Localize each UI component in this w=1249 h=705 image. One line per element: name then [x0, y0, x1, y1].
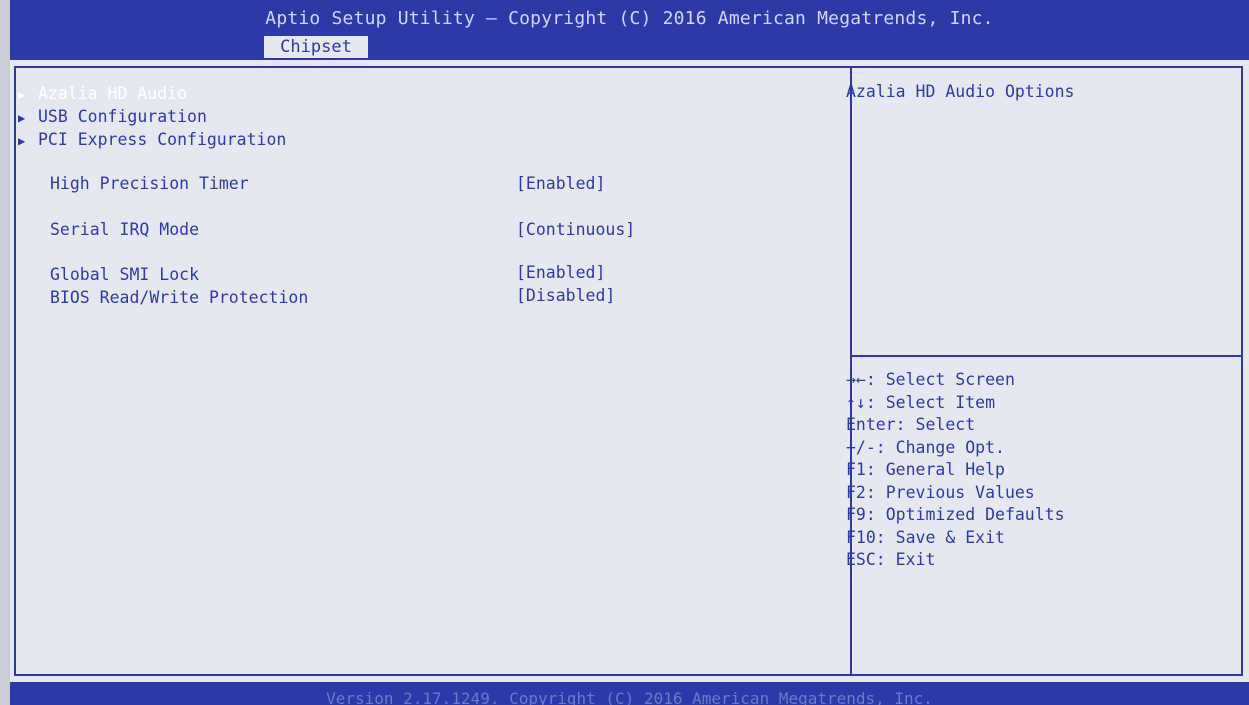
key-legend: →←: Select Screen ↑↓: Select Item Enter:…: [846, 369, 1065, 572]
main-panel: ▶ Azalia HD Audio ▶ USB Configuration ▶ PCI…: [10, 60, 1249, 682]
submenu-arrow-icon: ▶: [18, 88, 26, 102]
key-select-screen: →←: Select Screen: [846, 370, 1015, 389]
setting-label-bios-rw-protection[interactable]: BIOS Read/Write Protection: [50, 288, 308, 307]
submenu-usb-configuration[interactable]: ▶ USB Configuration: [18, 107, 207, 126]
submenu-azalia-hd-audio[interactable]: ▶ Azalia HD Audio: [18, 84, 187, 103]
footer-bar: Version 2.17.1249. Copyright (C) 2016 Am…: [10, 682, 1249, 705]
help-description: Azalia HD Audio Options: [846, 82, 1075, 101]
setting-value-bios-rw-protection[interactable]: [Disabled]: [516, 286, 615, 305]
key-esc: ESC: Exit: [846, 550, 936, 569]
header-bar: Aptio Setup Utility – Copyright (C) 2016…: [10, 0, 1249, 60]
submenu-arrow-icon: ▶: [18, 111, 26, 125]
key-enter: Enter: Select: [846, 415, 976, 434]
key-f1: F1: General Help: [846, 460, 1005, 479]
submenu-pci-express-configuration[interactable]: ▶ PCI Express Configuration: [18, 130, 286, 149]
help-divider: [852, 355, 1243, 357]
key-f9: F9: Optimized Defaults: [846, 505, 1065, 524]
submenu-label: Azalia HD Audio: [38, 84, 188, 103]
key-f10: F10: Save & Exit: [846, 527, 1005, 547]
submenu-label: PCI Express Configuration: [38, 130, 287, 149]
setting-value-serial-irq-mode[interactable]: [Continuous]: [516, 220, 635, 239]
submenu-label: USB Configuration: [38, 107, 207, 126]
setting-value-global-smi-lock[interactable]: [Enabled]: [516, 263, 605, 282]
key-change-opt: +/-: Change Opt.: [846, 437, 1005, 457]
setting-label-high-precision-timer[interactable]: High Precision Timer: [50, 174, 249, 193]
setting-label-serial-irq-mode[interactable]: Serial IRQ Mode: [50, 220, 199, 239]
key-select-item: ↑↓: Select Item: [846, 392, 996, 412]
setting-label-global-smi-lock[interactable]: Global SMI Lock: [50, 265, 199, 284]
key-f2: F2: Previous Values: [846, 482, 1035, 502]
tab-chipset[interactable]: Chipset: [264, 36, 368, 58]
setting-value-high-precision-timer[interactable]: [Enabled]: [516, 174, 605, 193]
submenu-arrow-icon: ▶: [18, 134, 26, 148]
app-title: Aptio Setup Utility – Copyright (C) 2016…: [265, 8, 994, 29]
